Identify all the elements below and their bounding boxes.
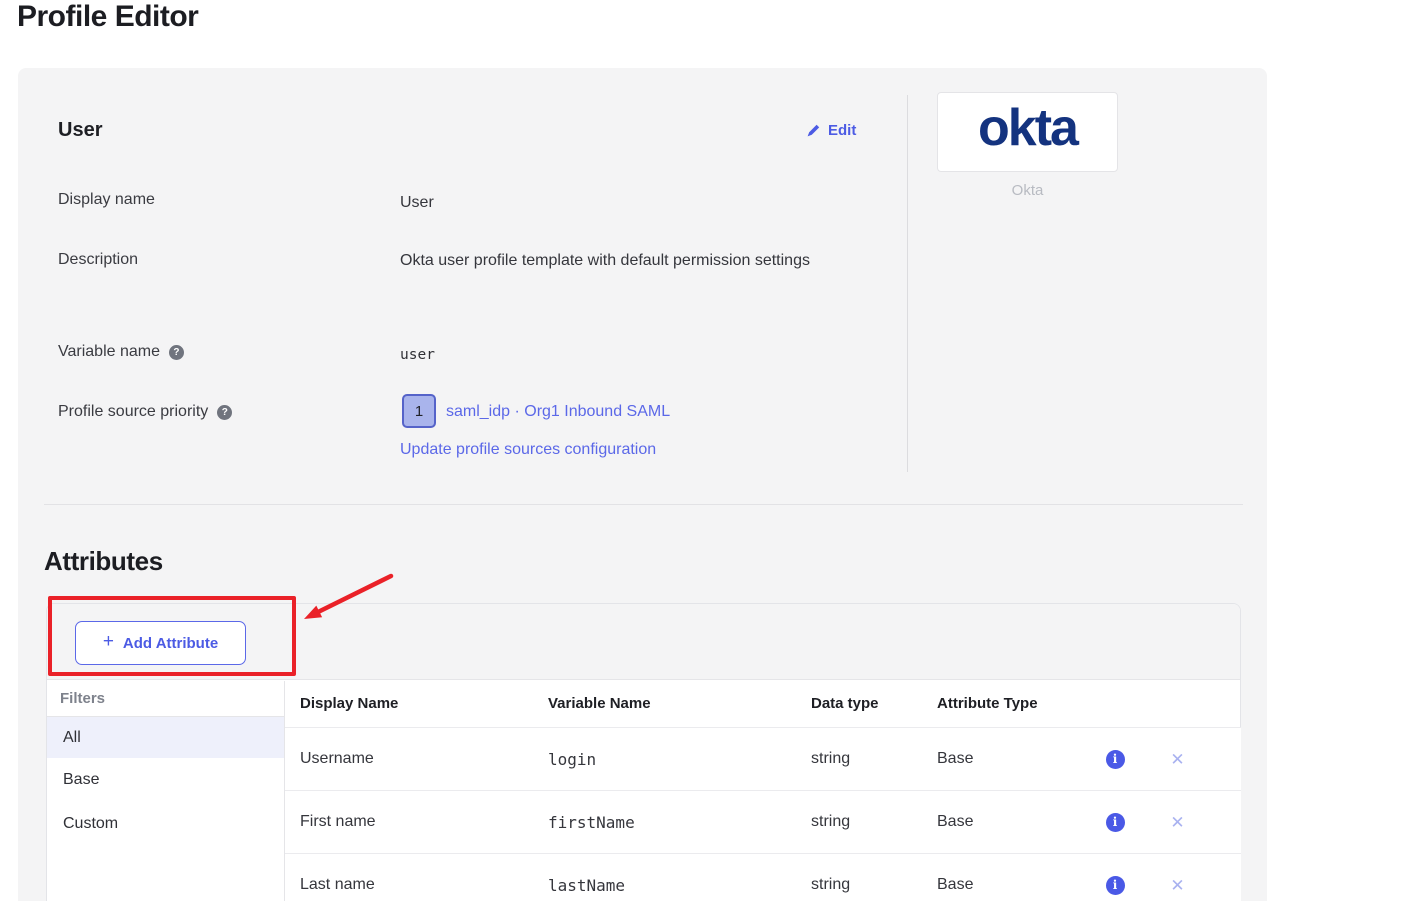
remove-attribute-icon[interactable]: ✕ — [1170, 877, 1184, 894]
cell-variable-name: login — [533, 750, 796, 769]
attributes-table: Display Name Variable Name Data type Att… — [285, 680, 1241, 901]
column-data-type: Data type — [796, 695, 922, 712]
description-label: Description — [58, 251, 138, 269]
cell-variable-name: firstName — [533, 813, 796, 832]
variable-name-label: Variable name ? — [58, 343, 184, 361]
cell-display-name: First name — [285, 813, 533, 831]
info-icon[interactable]: i — [1106, 813, 1125, 832]
pencil-icon — [806, 123, 821, 138]
cell-data-type: string — [796, 813, 922, 831]
filter-item-all[interactable]: All — [47, 717, 284, 758]
cell-data-type: string — [796, 750, 922, 768]
cell-attribute-type: Base — [922, 750, 1090, 768]
page-title: Profile Editor — [17, 0, 198, 34]
filter-item-custom[interactable]: Custom — [47, 802, 284, 846]
cell-display-name: Username — [285, 750, 533, 768]
plus-icon: + — [103, 631, 114, 653]
update-profile-sources-link[interactable]: Update profile sources configuration — [400, 441, 656, 459]
cell-display-name: Last name — [285, 876, 533, 894]
profile-editor-page: Profile Editor User Edit okta Okta Displ… — [0, 0, 1414, 901]
variable-name-value: user — [400, 340, 435, 370]
table-header-row: Display Name Variable Name Data type Att… — [285, 680, 1241, 727]
app-logo-card: okta — [937, 92, 1118, 172]
remove-attribute-icon[interactable]: ✕ — [1170, 751, 1184, 768]
table-row: First name firstName string Base i ✕ — [285, 790, 1241, 853]
remove-attribute-icon[interactable]: ✕ — [1170, 814, 1184, 831]
filters-header: Filters — [47, 681, 284, 717]
cell-attribute-type: Base — [922, 876, 1090, 894]
profile-source-link[interactable]: saml_idp · Org1 Inbound SAML — [446, 403, 670, 421]
help-icon[interactable]: ? — [169, 345, 184, 360]
user-section-heading: User — [58, 119, 102, 142]
column-variable-name: Variable Name — [533, 695, 796, 712]
column-attribute-type: Attribute Type — [922, 695, 1090, 712]
attributes-heading: Attributes — [44, 546, 163, 577]
priority-number-badge: 1 — [402, 394, 436, 428]
column-display-name: Display Name — [285, 695, 533, 712]
filters-sidebar: Filters All Base Custom — [47, 681, 284, 901]
profile-source-priority-label: Profile source priority ? — [58, 403, 232, 421]
logo-caption: Okta — [937, 182, 1118, 199]
display-name-label: Display name — [58, 191, 155, 209]
vertical-divider — [907, 95, 908, 472]
info-icon[interactable]: i — [1106, 750, 1125, 769]
add-attribute-button[interactable]: + Add Attribute — [75, 621, 246, 665]
description-value: Okta user profile template with default … — [400, 246, 820, 276]
okta-logo: okta — [978, 102, 1077, 154]
table-row: Username login string Base i ✕ — [285, 727, 1241, 790]
display-name-value: User — [400, 188, 434, 218]
cell-attribute-type: Base — [922, 813, 1090, 831]
info-icon[interactable]: i — [1106, 876, 1125, 895]
add-attribute-label: Add Attribute — [123, 635, 218, 652]
section-divider — [44, 504, 1243, 505]
edit-label: Edit — [828, 122, 856, 139]
help-icon[interactable]: ? — [217, 405, 232, 420]
edit-button[interactable]: Edit — [806, 122, 856, 139]
cell-data-type: string — [796, 876, 922, 894]
cell-variable-name: lastName — [533, 876, 796, 895]
table-row: Last name lastName string Base i ✕ — [285, 853, 1241, 901]
filter-item-base[interactable]: Base — [47, 758, 284, 802]
